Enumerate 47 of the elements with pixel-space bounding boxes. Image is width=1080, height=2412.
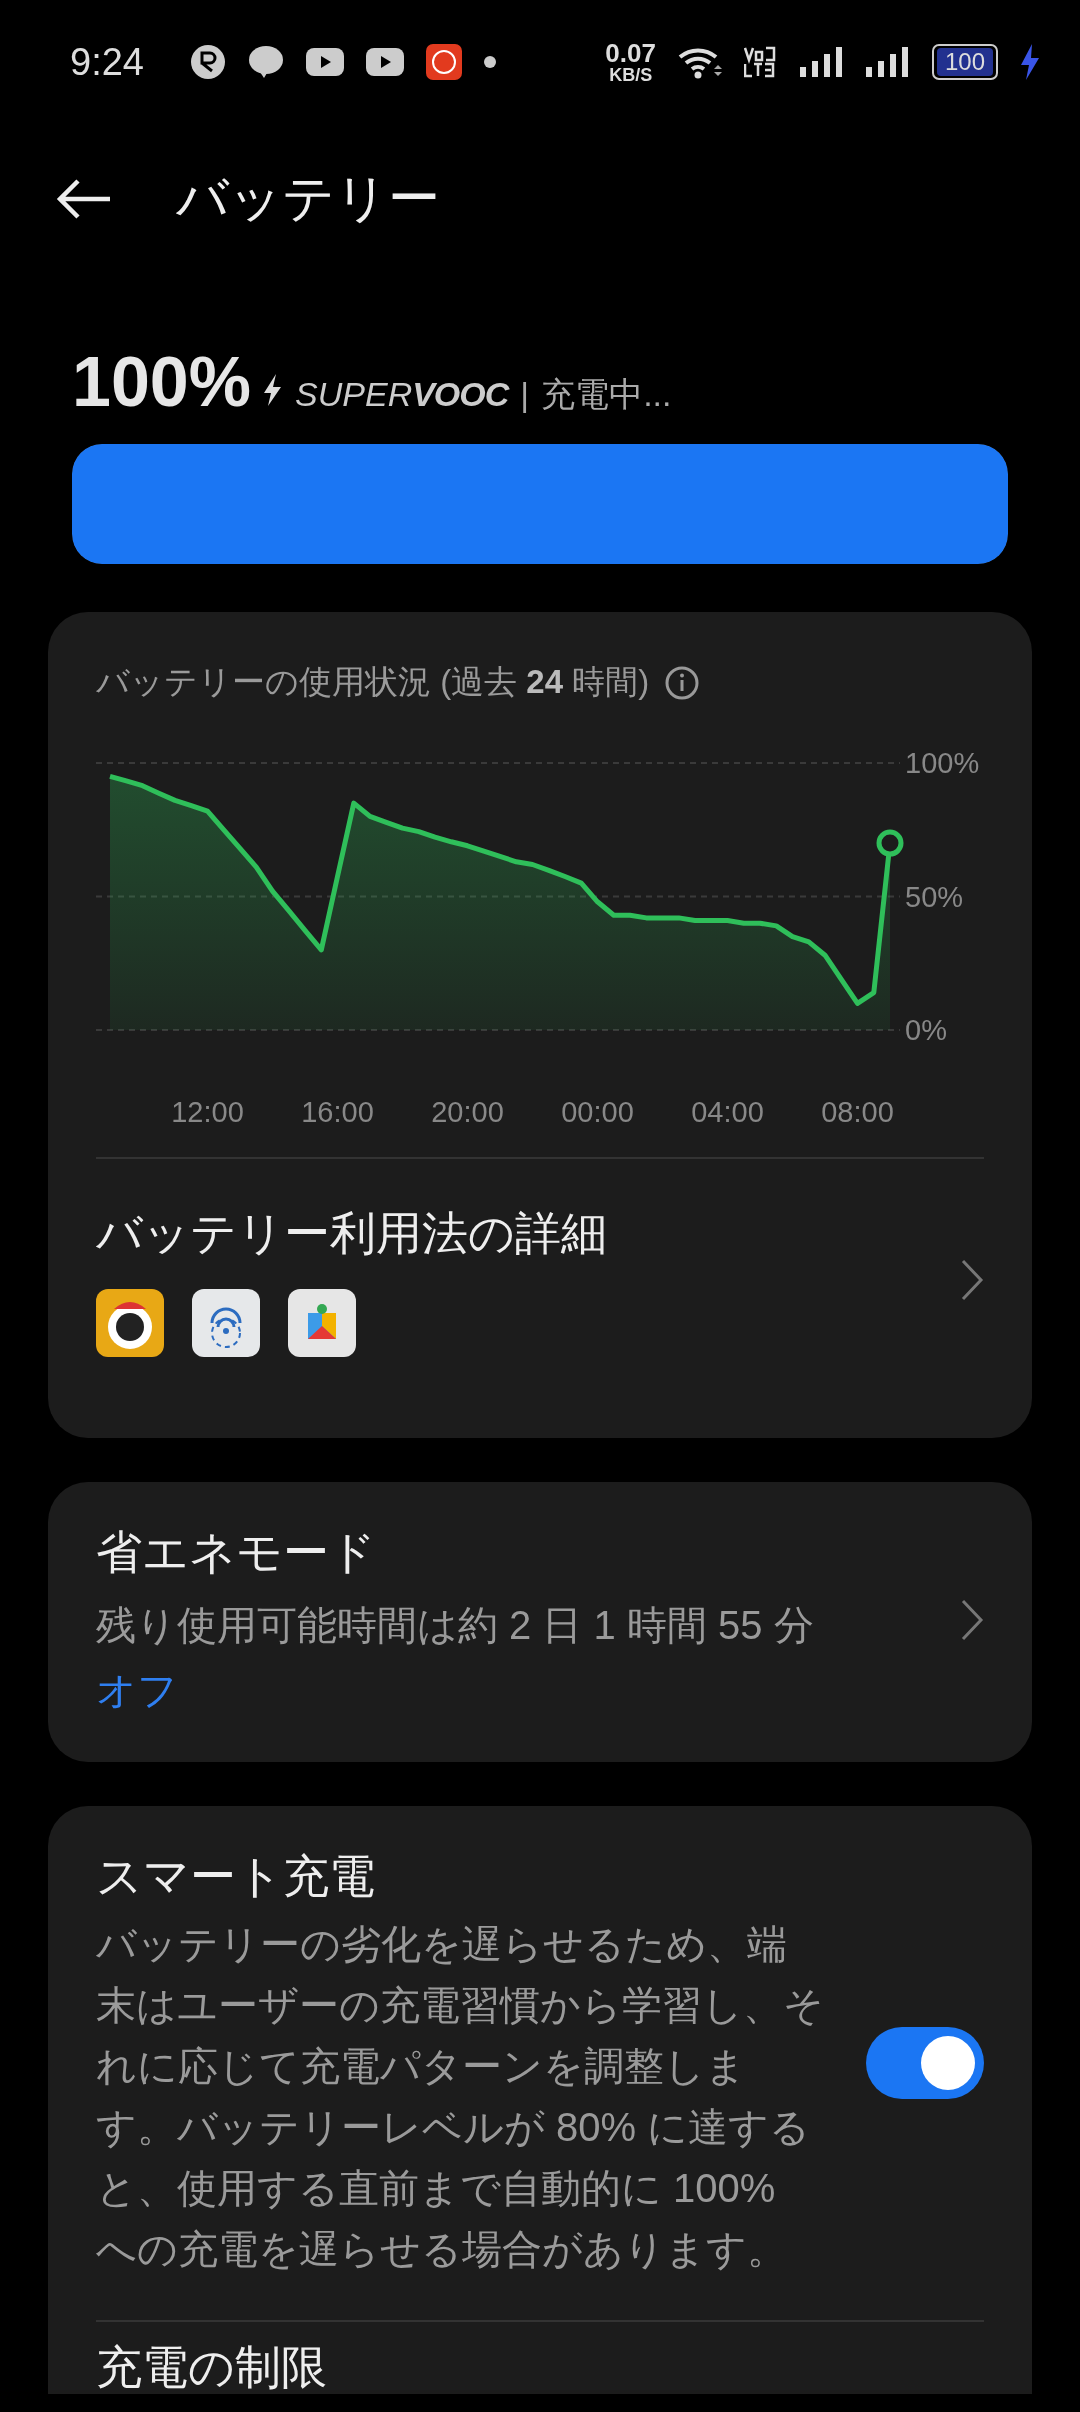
row-title: スマート充電	[96, 1849, 376, 1904]
axis-label: 12:00	[171, 1096, 244, 1128]
axis-label: 08:00	[821, 1096, 894, 1128]
section-title: バッテリーの使用状況 (過去 24 時間)	[96, 662, 650, 702]
back-button[interactable]	[56, 179, 112, 219]
row-title: バッテリー利用法の詳細	[96, 1206, 607, 1261]
brand-text: SUPER	[295, 375, 413, 414]
info-icon[interactable]	[665, 665, 700, 700]
bolt-icon	[263, 374, 284, 406]
axis-label: 04:00	[691, 1096, 764, 1128]
axis-label: 00:00	[561, 1096, 634, 1128]
play-icon	[365, 48, 404, 76]
status-text: オフ	[96, 1667, 179, 1714]
row-title: 省エネモード	[96, 1525, 377, 1580]
brand-text: VOOC	[412, 375, 509, 414]
usage-details-row[interactable]: バッテリー利用法の詳細	[96, 1159, 984, 1357]
play-icon	[305, 48, 344, 76]
chevron-icon	[960, 1258, 984, 1302]
chevron-icon	[960, 1598, 984, 1642]
battery-icon: 100	[931, 44, 998, 80]
signal-icon	[865, 47, 910, 77]
page-title: バッテリー	[176, 168, 440, 229]
battery-percent: 100%	[72, 342, 252, 422]
app-icon	[192, 1289, 260, 1357]
app-icon	[96, 1289, 164, 1357]
clock: 9:24	[70, 40, 144, 84]
separator: |	[520, 375, 530, 414]
row-title[interactable]: 充電の制限	[96, 2340, 984, 2394]
app-icon	[425, 44, 462, 80]
chat-bubble-icon	[247, 45, 284, 79]
signal-icon	[799, 47, 844, 77]
dot-icon	[483, 56, 496, 68]
bolt-icon	[1020, 44, 1040, 80]
description: バッテリーの劣化を遅らせるため、端末はユーザーの充電習慣から学習し、それに応じて充電パターンを調整します。バッテリーレベルが 80% に達すると、使用する直前まで自動的に 100% への充電を遅らせる場合があります。	[96, 1921, 825, 2273]
axis-label: 100%	[905, 747, 980, 779]
axis-label: 16:00	[301, 1096, 374, 1128]
speed-unit: KB/S	[609, 66, 653, 84]
axis-label: 0%	[905, 1014, 947, 1046]
puzzle-icon	[288, 1289, 356, 1357]
axis-label: 20:00	[431, 1096, 504, 1128]
end-point	[876, 829, 904, 857]
remaining-time: 残り使用可能時間は約 2 日 1 時間 55 分	[96, 1602, 814, 1649]
network-speed: 0.07	[605, 40, 656, 66]
charging-status: 充電中...	[541, 374, 672, 415]
wifi-icon	[677, 45, 722, 79]
volte-icon	[743, 46, 778, 78]
axis-label: 50%	[905, 880, 964, 913]
